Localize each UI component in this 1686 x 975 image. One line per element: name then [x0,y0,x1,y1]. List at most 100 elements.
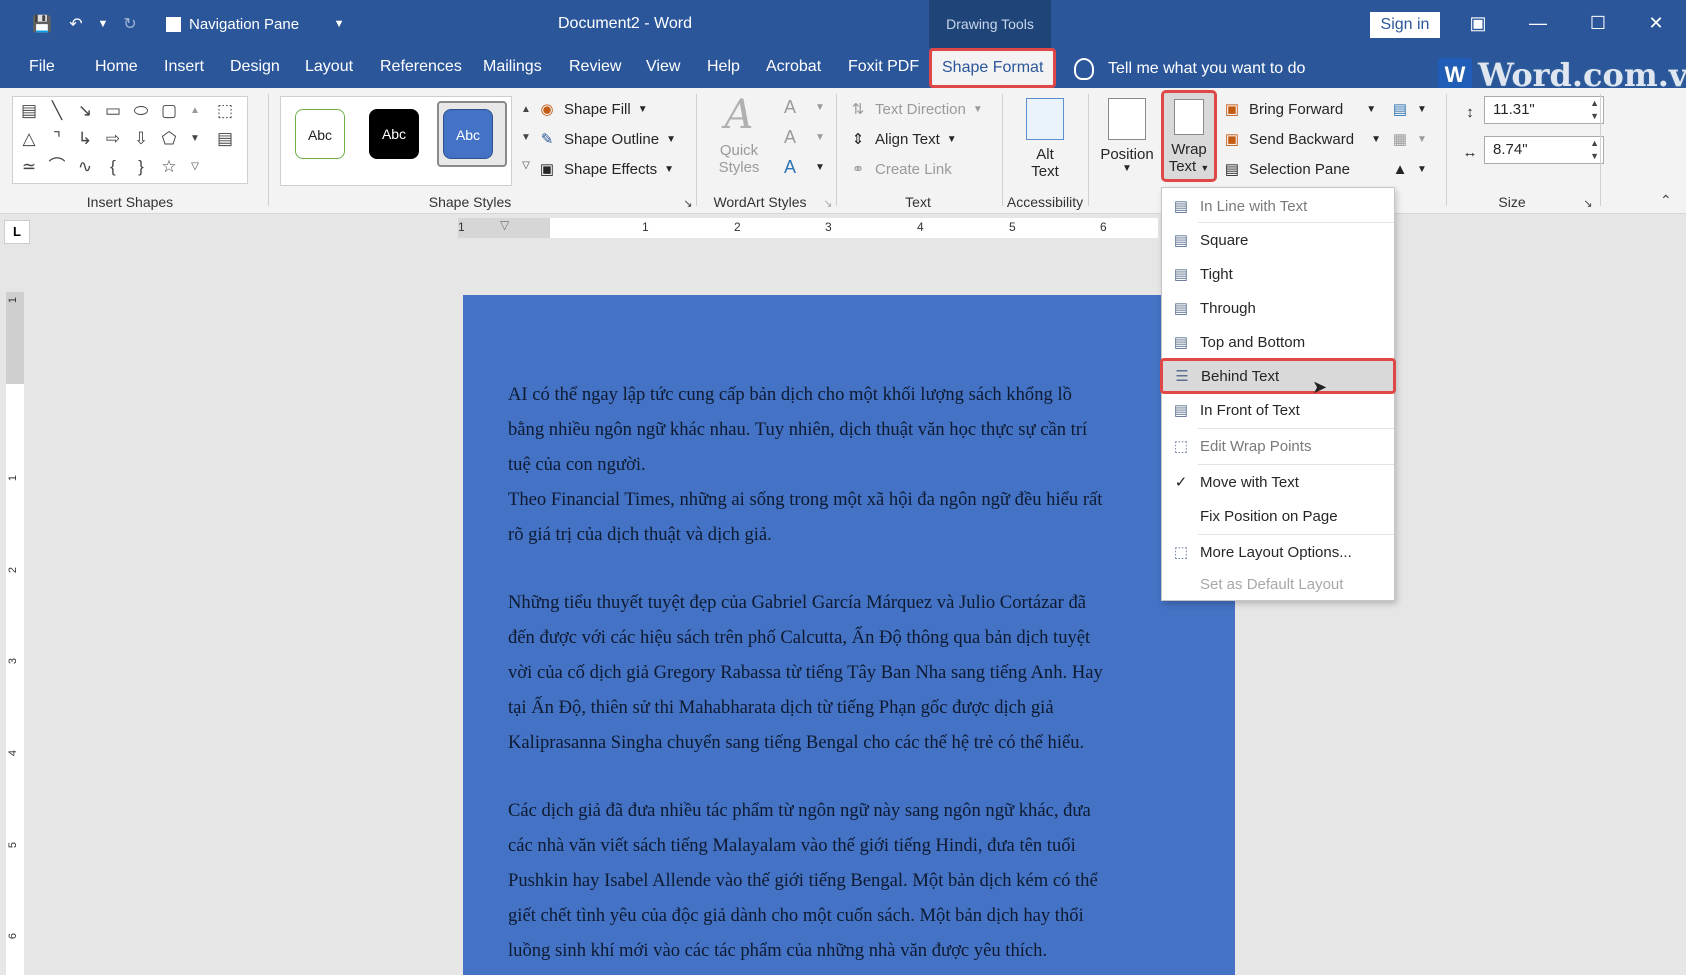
tab-review[interactable]: Review [569,58,621,80]
tab-help[interactable]: Help [707,58,740,80]
vertical-ruler[interactable]: 1 1 2 3 4 5 6 [6,292,24,975]
horizontal-ruler[interactable]: 1 1 2 3 4 5 6 ▽ [458,218,1158,238]
align-text-button[interactable]: ⇕ Align Text ▼ [848,126,957,152]
menu-item-edit-wrap-points[interactable]: ⬚ Edit Wrap Points [1162,430,1394,462]
menu-item-in-line-with-text[interactable]: ▤ In Line with Text [1162,190,1394,222]
create-link-button[interactable]: ⚭ Create Link [848,156,952,182]
height-spinner-icon[interactable]: ▲ ▼ [1590,97,1599,123]
text-outline-button[interactable]: A ▼ [780,124,825,150]
style-sample-black[interactable]: Abc [369,109,419,159]
text-fill-button[interactable]: A ▼ [780,94,825,120]
indent-marker-icon[interactable]: ▽ [500,218,509,232]
alt-text-button[interactable]: Alt Text [1010,98,1080,180]
selection-pane-button[interactable]: ▤ Selection Pane [1222,156,1350,182]
curve-shape-icon[interactable]: ∿ [73,155,97,179]
tab-home[interactable]: Home [95,58,138,80]
tab-layout[interactable]: Layout [305,58,353,80]
shapes-gallery[interactable]: ▤ ╲ ↘ ▭ ⬭ ▢ △ ⌝ ↳ ⇨ ⇩ ⬠ ≃ ⌒ ∿ { } ☆ ▲ ▼ … [12,96,248,184]
close-icon[interactable]: ✕ [1636,10,1676,36]
elbow-connector-shape-icon[interactable]: ⌝ [45,127,69,151]
left-brace-shape-icon[interactable]: { [101,155,125,179]
tab-shape-format[interactable]: Shape Format [929,48,1057,88]
menu-item-through[interactable]: ▤ Through [1162,292,1394,324]
text-direction-button[interactable]: ⇅ Text Direction ▼ [848,96,983,122]
tab-acrobat[interactable]: Acrobat [766,58,821,80]
edit-shape-icon[interactable]: ⬚ [213,99,237,123]
draw-text-box-icon[interactable]: ▤ [213,127,237,151]
document-page-shape[interactable]: AI có thể ngay lập tức cung cấp bản dịch… [463,295,1235,975]
document-body[interactable]: AI có thể ngay lập tức cung cấp bản dịch… [508,377,1168,968]
undo-dropdown-icon[interactable]: ▼ [96,12,110,36]
style-sample-blue[interactable]: Abc [443,109,493,159]
minimize-icon[interactable]: — [1518,10,1558,36]
menu-item-more-layout-options[interactable]: ⬚ More Layout Options... [1162,536,1394,568]
oval-shape-icon[interactable]: ⬭ [129,99,153,123]
tab-file[interactable]: File [29,58,55,80]
tab-design[interactable]: Design [230,58,280,80]
arrow-line-shape-icon[interactable]: ↘ [73,99,97,123]
tab-insert[interactable]: Insert [164,58,204,80]
shape-width-input[interactable]: 8.74" ▲ ▼ [1484,136,1604,164]
collapse-ribbon-icon[interactable]: ⌃ [1660,192,1672,209]
styles-more-icon[interactable]: ▽ [514,154,538,178]
undo-icon[interactable]: ↶ [62,12,90,36]
rounded-rectangle-shape-icon[interactable]: ▢ [157,99,181,123]
menu-item-move-with-text[interactable]: ✓ Move with Text [1162,466,1394,498]
save-icon[interactable]: 💾 [28,12,56,36]
send-backward-button[interactable]: ▣ Send Backward ▼ [1222,126,1381,152]
align-objects-button[interactable]: ▤ ▼ [1390,96,1427,122]
quick-styles-button[interactable]: A Quick Styles [708,92,770,176]
text-effects-button[interactable]: A ▼ [780,154,825,180]
dialog-launcher-icon[interactable]: ↘ [1576,192,1600,216]
tab-foxit-pdf[interactable]: Foxit PDF [848,58,919,80]
redo-icon[interactable]: ↻ [116,12,144,36]
ribbon-display-options-icon[interactable]: ▣ [1458,10,1498,36]
shape-fill-button[interactable]: ◉ Shape Fill ▼ [537,96,647,122]
bring-forward-button[interactable]: ▣ Bring Forward ▼ [1222,96,1376,122]
shape-height-input[interactable]: 11.31" ▲ ▼ [1484,96,1604,124]
style-sample-outline[interactable]: Abc [295,109,345,159]
rotate-objects-button[interactable]: ▲ ▼ [1390,156,1427,182]
scribble-shape-icon[interactable]: ≃ [17,155,41,179]
star-shape-icon[interactable]: ☆ [157,155,181,179]
sign-in-button[interactable]: Sign in [1370,12,1440,38]
elbow-arrow-shape-icon[interactable]: ↳ [73,127,97,151]
text-box-shape-icon[interactable]: ▤ [17,99,41,123]
maximize-icon[interactable]: ☐ [1578,10,1618,36]
navigation-pane-checkbox[interactable] [166,16,181,32]
position-button[interactable]: Position ▼ [1096,98,1158,174]
tab-mailings[interactable]: Mailings [483,58,542,80]
line-shape-icon[interactable]: ╲ [45,99,69,123]
tell-me-search[interactable]: Tell me what you want to do [1074,58,1305,80]
tab-view[interactable]: View [646,58,680,80]
shape-effects-button[interactable]: ▣ Shape Effects ▼ [537,156,674,182]
menu-item-set-as-default-layout[interactable]: Set as Default Layout [1162,568,1394,600]
gallery-scroll-down-icon[interactable]: ▼ [187,127,203,151]
styles-scroll-up-icon[interactable]: ▲ [514,98,538,122]
arc-shape-icon[interactable]: ⌒ [45,155,69,179]
tab-selector[interactable]: L [4,220,30,244]
menu-item-tight[interactable]: ▤ Tight [1162,258,1394,290]
menu-item-top-and-bottom[interactable]: ▤ Top and Bottom [1162,326,1394,358]
navigation-pane-toggle[interactable]: Navigation Pane [166,16,299,33]
group-objects-button[interactable]: ▦ ▼ [1390,126,1427,152]
shape-outline-button[interactable]: ✎ Shape Outline ▼ [537,126,676,152]
menu-item-behind-text[interactable]: ☰ Behind Text [1160,358,1396,394]
right-arrow-shape-icon[interactable]: ⇨ [101,127,125,151]
gallery-scroll-up-icon[interactable]: ▲ [187,99,203,123]
down-arrow-shape-icon[interactable]: ⇩ [129,127,153,151]
freeform-shape-icon[interactable]: ⬠ [157,127,181,151]
triangle-shape-icon[interactable]: △ [17,127,41,151]
menu-item-square[interactable]: ▤ Square [1162,224,1394,256]
rectangle-shape-icon[interactable]: ▭ [101,99,125,123]
shape-styles-gallery[interactable]: Abc Abc Abc [280,96,512,186]
customize-qat-icon[interactable]: ▼ [325,12,353,36]
right-brace-shape-icon[interactable]: } [129,155,153,179]
styles-scroll-down-icon[interactable]: ▼ [514,126,538,150]
wrap-text-button[interactable]: Wrap Text ▼ [1161,90,1217,182]
menu-item-fix-position-on-page[interactable]: Fix Position on Page [1162,500,1394,532]
menu-item-in-front-of-text[interactable]: ▤ In Front of Text [1162,394,1394,426]
width-spinner-icon[interactable]: ▲ ▼ [1590,137,1599,163]
gallery-more-icon[interactable]: ▽ [187,155,203,179]
tab-references[interactable]: References [380,58,462,80]
